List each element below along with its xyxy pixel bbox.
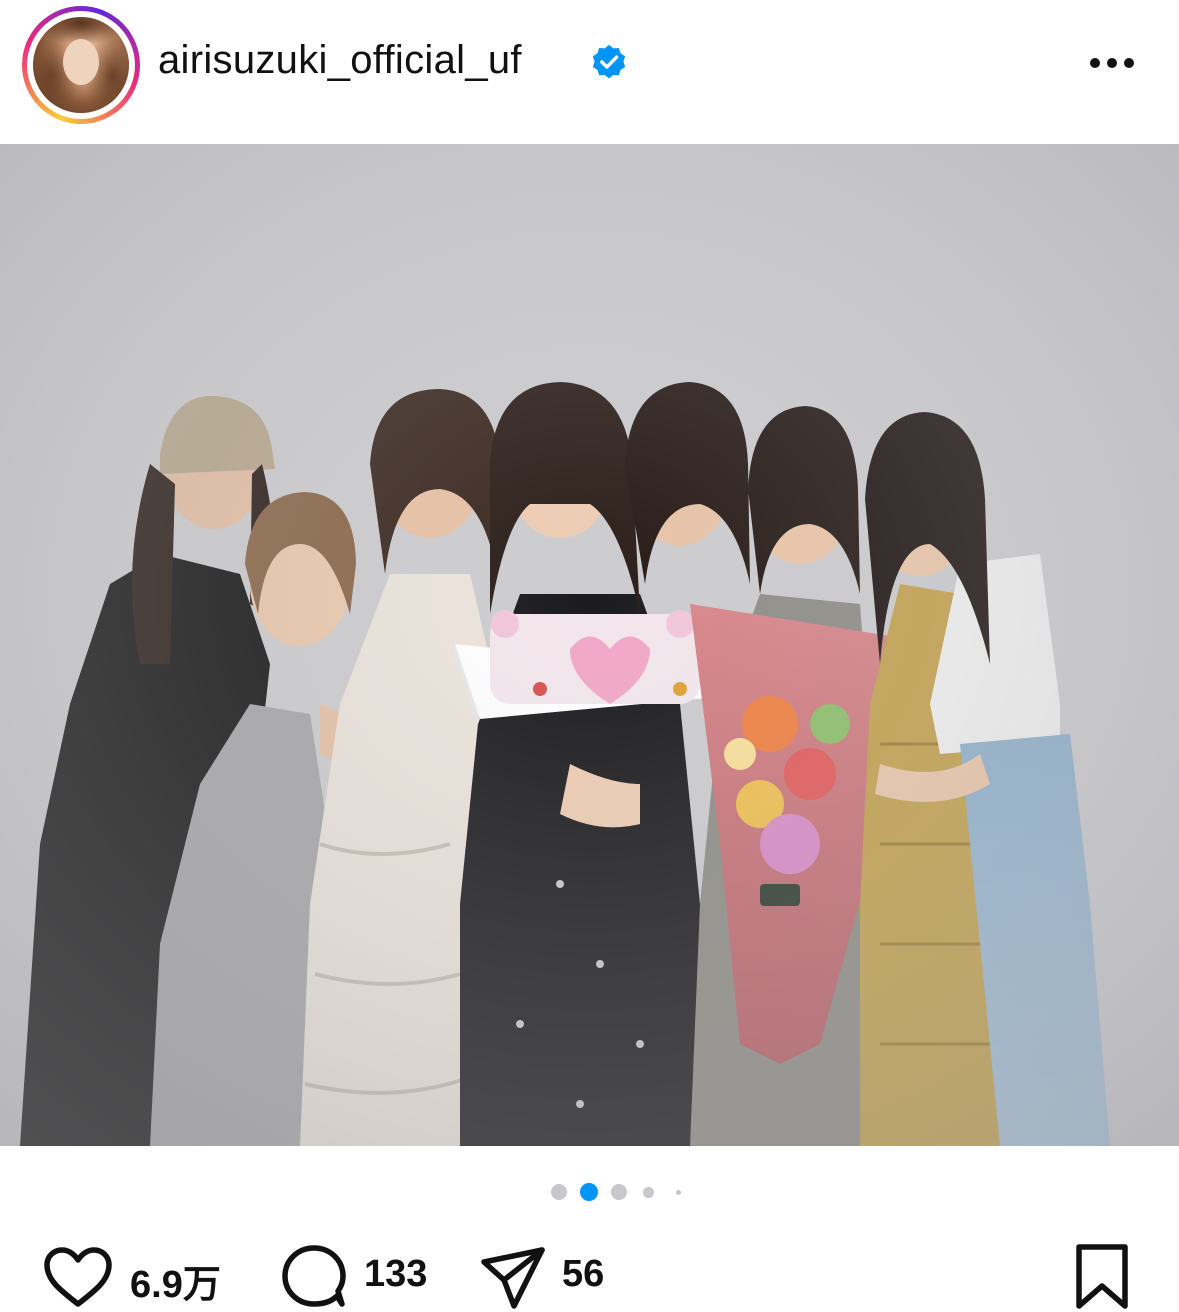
avatar[interactable] bbox=[33, 17, 129, 113]
carousel-dot bbox=[611, 1184, 627, 1200]
more-dot bbox=[1124, 58, 1134, 68]
avatar-gap bbox=[27, 11, 135, 119]
send-icon[interactable] bbox=[478, 1244, 548, 1312]
username[interactable]: airisuzuki_official_uf bbox=[158, 38, 522, 83]
group-photo-illustration bbox=[0, 144, 1179, 1146]
verified-badge-icon bbox=[592, 44, 626, 79]
carousel-dot bbox=[551, 1184, 567, 1200]
comment-count[interactable]: 133 bbox=[364, 1253, 427, 1296]
more-dot bbox=[1107, 58, 1117, 68]
avatar-face bbox=[63, 39, 99, 85]
story-ring[interactable] bbox=[22, 6, 140, 124]
bookmark-icon[interactable] bbox=[1072, 1242, 1132, 1312]
carousel-dot-active bbox=[580, 1183, 598, 1201]
post-photo[interactable] bbox=[0, 144, 1179, 1146]
more-options-button[interactable] bbox=[1084, 48, 1140, 78]
carousel-indicator bbox=[0, 1180, 1179, 1204]
action-bar: 6.9万 133 56 bbox=[0, 1230, 1179, 1310]
carousel-dot bbox=[643, 1187, 654, 1198]
comment-icon[interactable] bbox=[280, 1244, 350, 1310]
share-count[interactable]: 56 bbox=[562, 1253, 604, 1296]
carousel-dot bbox=[676, 1190, 681, 1195]
like-count[interactable]: 6.9万 bbox=[130, 1253, 221, 1308]
more-dot bbox=[1090, 58, 1100, 68]
heart-icon[interactable] bbox=[42, 1246, 114, 1310]
post-header: airisuzuki_official_uf bbox=[0, 0, 1179, 130]
